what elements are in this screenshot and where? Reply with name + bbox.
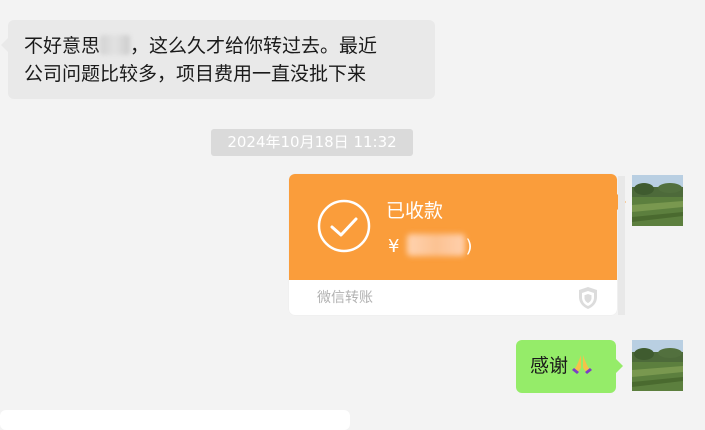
shield-icon	[579, 287, 597, 309]
incoming-message-line2: 公司问题比较多，项目费用一直没批下来	[24, 63, 367, 85]
timestamp: 2024年10月18日 11:32	[211, 129, 413, 156]
transfer-card-footer: 微信转账	[289, 280, 617, 315]
amount-tail: )	[465, 236, 473, 257]
check-circle-icon	[317, 199, 371, 253]
redacted-amount	[407, 234, 466, 256]
incoming-message-text: 不好意思	[24, 35, 101, 57]
outgoing-message-text: 感谢	[530, 355, 569, 377]
avatar[interactable]	[632, 175, 683, 226]
currency-symbol: ¥	[388, 236, 400, 257]
transfer-amount: ¥)	[388, 234, 472, 259]
avatar[interactable]	[632, 340, 683, 391]
transfer-card-header: 已收款 ¥)	[289, 174, 617, 280]
redacted-name	[100, 35, 131, 55]
next-message-bubble-partial	[0, 410, 350, 430]
incoming-message-line1: 不好意思 ，这么久才给你转过去。最近	[24, 32, 421, 60]
transfer-status: 已收款	[386, 200, 444, 222]
scroll-strip	[618, 176, 625, 315]
pray-icon	[572, 355, 593, 374]
landscape-avatar-icon	[632, 340, 683, 391]
incoming-message-text-cont: ，这么久才给你转过去。最近	[130, 35, 378, 57]
wechat-transfer-label: 微信转账	[317, 290, 373, 306]
outgoing-message-bubble[interactable]: 感谢	[516, 340, 623, 393]
transfer-card[interactable]: 已收款 ¥) 微信转账	[289, 174, 617, 315]
landscape-avatar-icon	[632, 175, 683, 226]
incoming-message-bubble[interactable]: 不好意思 ，这么久才给你转过去。最近 公司问题比较多，项目费用一直没批下来	[1, 20, 435, 99]
